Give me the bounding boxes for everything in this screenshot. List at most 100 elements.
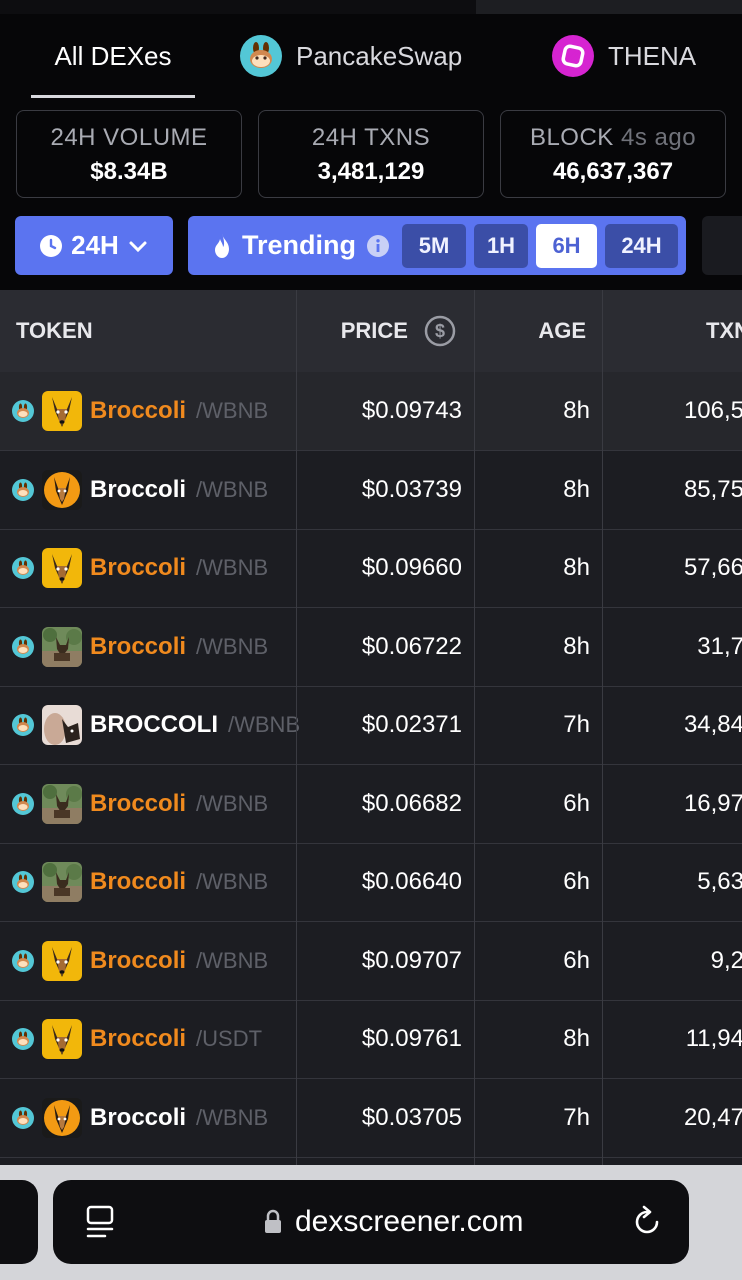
- range-1h-button[interactable]: 1H: [474, 224, 528, 268]
- stat-block-label: BLOCK: [529, 124, 614, 151]
- table-row[interactable]: Broccoli/USDT $0.09761 8h 11,94: [0, 1000, 742, 1079]
- quote-symbol: /WBNB: [196, 476, 269, 502]
- pancakeswap-dex-icon: [12, 557, 34, 579]
- age-cell: 6h: [563, 946, 590, 974]
- token-cell: Broccoli/WBNB: [12, 1079, 268, 1157]
- more-filters-button[interactable]: [702, 216, 742, 275]
- table-row[interactable]: Broccoli/WBNB $0.06722 8h 31,7: [0, 608, 742, 687]
- table-row[interactable]: Broccoli/WBNB $0.03705 7h 20,47: [0, 1079, 742, 1158]
- token-symbol: Broccoli: [90, 1103, 187, 1131]
- age-cell: 8h: [563, 397, 590, 424]
- pancakeswap-dex-icon: [12, 949, 34, 972]
- table-row[interactable]: Broccoli/WBNB $0.09660 8h 57,66: [0, 529, 742, 608]
- currency-toggle-icon[interactable]: $: [424, 315, 456, 347]
- age-cell: 6h: [563, 789, 590, 817]
- txns-cell: 11,94: [602, 1000, 742, 1078]
- quote-symbol: /WBNB: [196, 1104, 269, 1130]
- txns-value: 34,84: [683, 711, 742, 738]
- age-cell: 8h: [563, 475, 590, 503]
- age-cell: 7h: [563, 711, 590, 738]
- token-symbol: Broccoli: [90, 632, 187, 660]
- stat-value: 46,637,367: [552, 158, 674, 185]
- pancakeswap-bunny-icon: [240, 35, 282, 77]
- tab-all-dexes[interactable]: All DEXes: [31, 14, 195, 98]
- txns-cell: 16,97: [602, 765, 742, 843]
- quote-symbol: /WBNB: [196, 947, 269, 973]
- header-age[interactable]: AGE: [474, 290, 586, 372]
- stat-label: 24H VOLUME: [50, 124, 208, 151]
- header-txns[interactable]: TXN: [706, 290, 742, 372]
- stat-label: 24H TXNS: [311, 124, 431, 151]
- header-token[interactable]: TOKEN: [16, 290, 93, 372]
- address-bar[interactable]: dexscreener.com: [53, 1180, 689, 1264]
- info-icon[interactable]: [366, 234, 390, 258]
- range-6h-button[interactable]: 6H: [536, 224, 597, 268]
- token-cell: Broccoli/WBNB: [12, 372, 268, 450]
- flame-icon: [215, 233, 229, 258]
- token-symbol: Broccoli: [90, 946, 187, 974]
- range-24h-button[interactable]: 24H: [605, 224, 678, 268]
- price-cell: $0.02371: [361, 711, 462, 738]
- range-5m-button[interactable]: 5M: [402, 224, 466, 268]
- age-cell: 7h: [563, 1103, 590, 1131]
- pancakeswap-dex-icon: [12, 871, 34, 893]
- stat-label: BLOCK 4s ago: [501, 124, 725, 152]
- period-label: 24H: [71, 230, 119, 260]
- token-cell: Broccoli/WBNB: [12, 608, 268, 686]
- active-tab-underline: [31, 95, 195, 98]
- top-strip-segment: [476, 0, 742, 14]
- price-cell: $0.09707: [361, 946, 462, 974]
- token-symbol: Broccoli: [90, 397, 187, 424]
- age-cell: 8h: [563, 632, 590, 660]
- stats-bar: 24H VOLUME $8.34B 24H TXNS 3,481,129 BLO…: [0, 100, 742, 210]
- txns-value: 85,75: [683, 475, 742, 503]
- pancakeswap-dex-icon: [12, 635, 34, 658]
- price-cell: $0.03739: [361, 475, 462, 503]
- page-menu-icon[interactable]: [85, 1204, 117, 1240]
- reload-icon[interactable]: [630, 1205, 664, 1239]
- table-row[interactable]: Broccoli/WBNB $0.03739 8h 85,75: [0, 451, 742, 530]
- period-dropdown-button[interactable]: 24H: [15, 216, 173, 275]
- pancakeswap-dex-icon: [12, 1106, 34, 1129]
- tab-thena-label: THENA: [608, 40, 697, 71]
- txns-value: 20,47: [683, 1103, 742, 1131]
- age-cell: 6h: [563, 868, 590, 895]
- tab-thena[interactable]: THENA: [552, 14, 696, 98]
- table-row[interactable]: Broccoli/WBNB $0.09707 6h 9,2: [0, 922, 742, 1001]
- quote-symbol: /WBNB: [228, 712, 301, 737]
- txns-value: 11,94: [685, 1025, 742, 1052]
- url-text: dexscreener.com: [295, 1205, 524, 1238]
- tab-pancakeswap-label: PancakeSwap: [296, 40, 463, 71]
- filter-bar: 24H Trending 5M 1H 6H 24H: [0, 210, 742, 290]
- quote-symbol: /USDT: [196, 1026, 263, 1051]
- browser-tab-button[interactable]: [0, 1180, 38, 1264]
- token-avatar: [42, 626, 82, 667]
- quote-symbol: /WBNB: [196, 555, 269, 580]
- txns-value: 16,97: [683, 789, 742, 817]
- stat-24h-txns: 24H TXNS 3,481,129: [258, 110, 484, 198]
- stat-24h-volume: 24H VOLUME $8.34B: [16, 110, 242, 198]
- quote-symbol: /WBNB: [196, 790, 269, 816]
- trending-label: Trending: [242, 230, 356, 260]
- table-row[interactable]: Broccoli/WBNB $0.09743 8h 106,5: [0, 372, 742, 451]
- svg-text:$: $: [435, 321, 445, 341]
- trending-button[interactable]: Trending: [212, 216, 390, 275]
- token-avatar: [42, 1019, 82, 1059]
- age-cell: 8h: [563, 1025, 590, 1052]
- table-row[interactable]: BROCCOLI/WBNB $0.02371 7h 34,84: [0, 686, 742, 765]
- price-cell: $0.09761: [361, 1025, 462, 1052]
- token-avatar: [42, 940, 82, 981]
- token-cell: Broccoli/WBNB: [12, 922, 268, 1000]
- column-divider: [296, 290, 297, 1165]
- token-cell: Broccoli/WBNB: [12, 451, 268, 529]
- token-avatar: [42, 862, 82, 902]
- table-header: TOKEN PRICE $ AGE TXN: [0, 290, 742, 373]
- table-row[interactable]: Broccoli/WBNB $0.06682 6h 16,97: [0, 765, 742, 844]
- token-avatar: [42, 548, 82, 588]
- tab-pancakeswap[interactable]: PancakeSwap: [240, 14, 462, 98]
- quote-symbol: /WBNB: [196, 633, 269, 659]
- column-divider: [474, 290, 475, 1165]
- header-price[interactable]: PRICE $: [296, 290, 456, 372]
- header-price-label: PRICE: [340, 318, 408, 343]
- table-row[interactable]: Broccoli/WBNB $0.06640 6h 5,63: [0, 843, 742, 922]
